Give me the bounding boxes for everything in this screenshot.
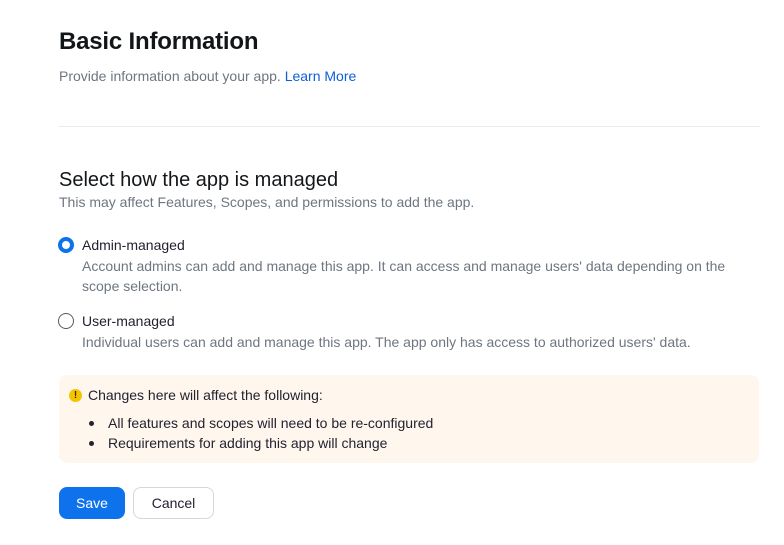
notice-list: All features and scopes will need to be … xyxy=(88,413,433,453)
management-section-description: This may affect Features, Scopes, and pe… xyxy=(59,194,475,210)
learn-more-link[interactable]: Learn More xyxy=(285,68,357,84)
section-divider xyxy=(59,126,760,127)
save-button[interactable]: Save xyxy=(59,487,125,519)
admin-managed-description: Account admins can add and manage this a… xyxy=(82,258,726,294)
notice-list-item: Requirements for adding this app will ch… xyxy=(88,433,433,453)
user-managed-radio[interactable] xyxy=(58,313,74,329)
subtitle-text: Provide information about your app. xyxy=(59,68,281,84)
user-managed-description: Individual users can add and manage this… xyxy=(82,334,691,350)
management-section-title: Select how the app is managed xyxy=(59,169,339,191)
notice-title: Changes here will affect the following: xyxy=(88,387,323,403)
notice-list-item: All features and scopes will need to be … xyxy=(88,413,433,433)
basic-information-page: Basic Information Provide information ab… xyxy=(0,0,784,545)
user-managed-label[interactable]: User-managed xyxy=(82,312,175,330)
page-subtitle: Provide information about your app. Lear… xyxy=(59,67,356,85)
warning-icon: ! xyxy=(69,389,82,402)
page-title: Basic Information xyxy=(59,28,259,55)
change-warning-notice: ! Changes here will affect the following… xyxy=(59,375,759,463)
admin-managed-radio[interactable] xyxy=(58,237,74,253)
cancel-button[interactable]: Cancel xyxy=(133,487,214,519)
admin-managed-label[interactable]: Admin-managed xyxy=(82,236,185,254)
